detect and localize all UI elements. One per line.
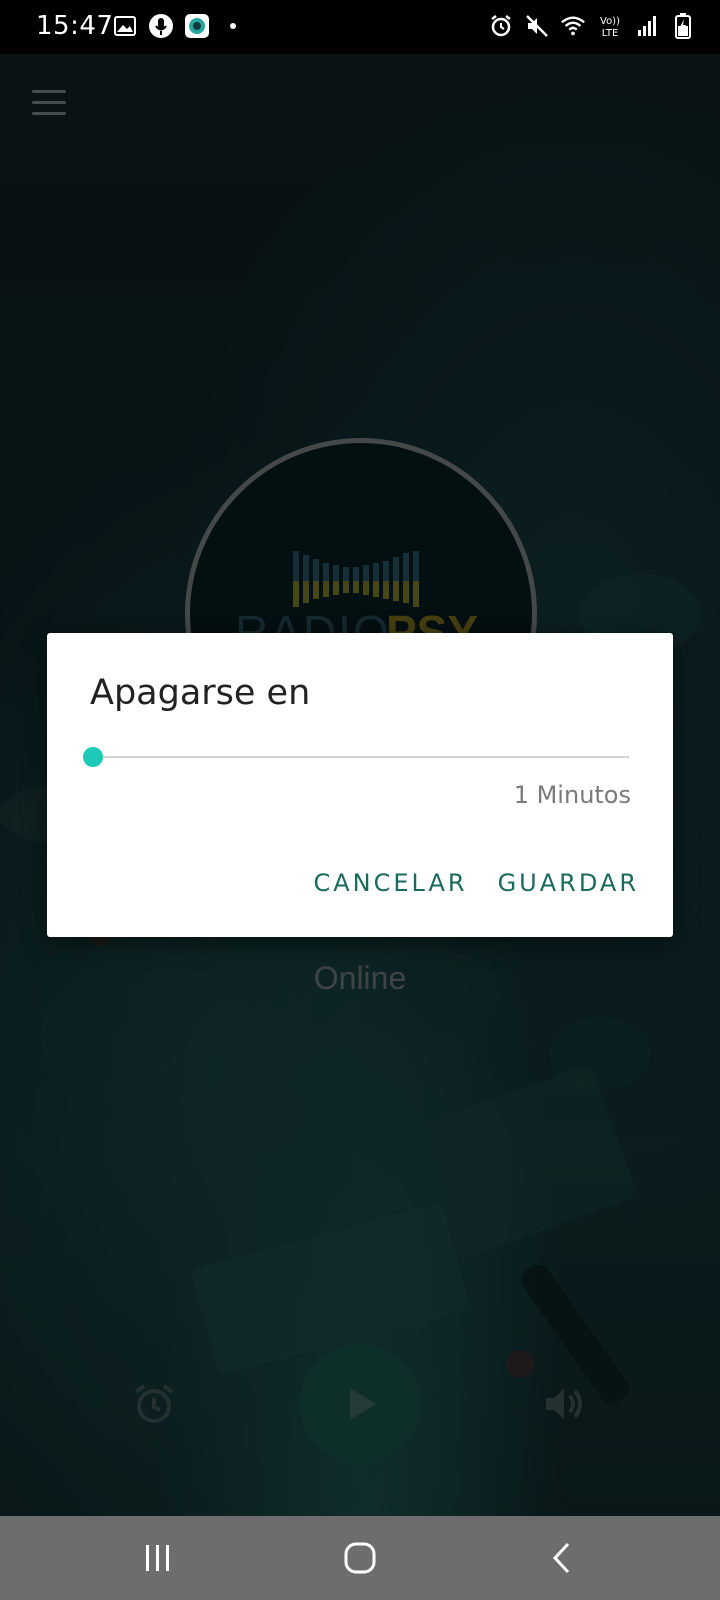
battery-charging-icon <box>670 13 696 39</box>
microphone-icon <box>148 13 174 39</box>
dialog-actions: CANCELAR GUARDAR <box>314 869 640 897</box>
svg-text:Vo)): Vo)) <box>600 16 620 27</box>
mute-icon <box>524 13 550 39</box>
signal-icon <box>634 13 660 39</box>
minutes-slider[interactable] <box>83 745 629 769</box>
status-left-icons <box>112 13 246 39</box>
recent-apps-icon[interactable] <box>136 1536 180 1580</box>
volte-icon: Vo)) LTE <box>596 13 624 39</box>
dialog-title: Apagarse en <box>90 673 311 713</box>
alarm-icon <box>488 13 514 39</box>
navigation-bar <box>0 1516 720 1600</box>
home-icon[interactable] <box>338 1536 382 1580</box>
slider-value-label: 1 Minutos <box>513 781 631 809</box>
svg-text:LTE: LTE <box>602 28 619 39</box>
app-notification-icon <box>184 13 210 39</box>
slider-thumb[interactable] <box>83 747 103 767</box>
wifi-icon <box>560 13 586 39</box>
cancel-button[interactable]: CANCELAR <box>314 869 468 897</box>
sleep-timer-dialog: Apagarse en 1 Minutos CANCELAR GUARDAR <box>47 633 673 937</box>
status-bar: 15:47 Vo)) LTE <box>0 0 720 54</box>
save-button[interactable]: GUARDAR <box>498 869 639 897</box>
status-right-icons: Vo)) LTE <box>488 13 696 39</box>
status-time: 15:47 <box>36 11 114 41</box>
back-icon[interactable] <box>540 1536 584 1580</box>
image-icon <box>112 13 138 39</box>
slider-track <box>93 756 629 758</box>
dot-icon <box>220 13 246 39</box>
